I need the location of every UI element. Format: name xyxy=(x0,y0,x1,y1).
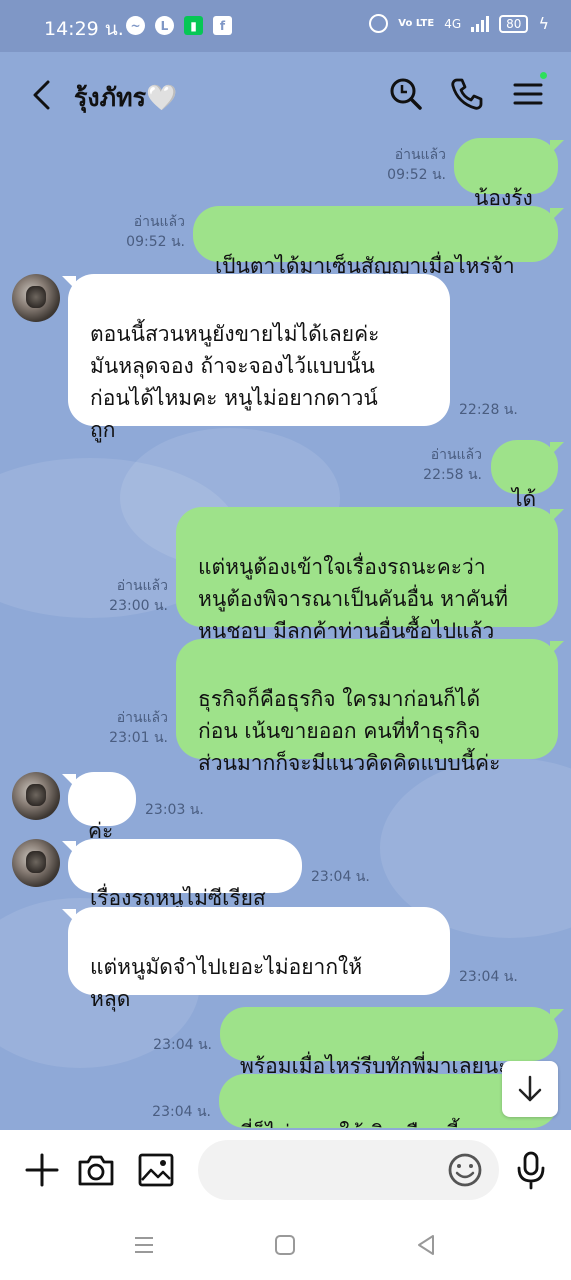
chat-header: รุ้งภัทร🤍 xyxy=(0,52,571,138)
network-type: 4G xyxy=(444,16,462,31)
back-icon[interactable] xyxy=(30,80,52,110)
message-bubble-incoming[interactable]: ตอนนี้สวนหนูยังขายไม่ได้เลยค่ะ มันหลุดจอ… xyxy=(68,274,450,442)
signal-icon xyxy=(471,15,490,32)
message-time: 23:04 น. xyxy=(152,1104,211,1120)
read-receipt: อ่านแล้ว xyxy=(430,447,482,463)
avatar[interactable] xyxy=(12,772,60,820)
volte-icon: Vo LTE xyxy=(398,17,435,29)
message-text: แต่หนูต้องเข้าใจเรื่องรถนะคะว่า หนูต้องพ… xyxy=(198,555,508,643)
facebook-icon: f xyxy=(213,16,232,35)
message-time: 22:28 น. xyxy=(459,402,518,418)
message-bubble-outgoing[interactable]: แต่หนูต้องเข้าใจเรื่องรถนะคะว่า หนูต้องพ… xyxy=(176,507,558,643)
battery-icon: 80 xyxy=(499,14,529,33)
message-text: ตอนนี้สวนหนูยังขายไม่ได้เลยค่ะ มันหลุดจอ… xyxy=(90,322,380,442)
message-time: 23:00 น. xyxy=(109,598,168,614)
read-receipt: อ่านแล้ว xyxy=(394,147,446,163)
message-time: 22:58 น. xyxy=(423,467,482,483)
message-bubble-incoming[interactable]: ค่ะ xyxy=(68,772,136,843)
camera-icon[interactable] xyxy=(76,1150,116,1190)
plus-icon[interactable] xyxy=(22,1150,62,1190)
system-nav-bar xyxy=(0,1210,571,1280)
back-nav-icon[interactable] xyxy=(413,1232,439,1258)
home-icon[interactable] xyxy=(272,1232,298,1258)
message-time: 23:04 น. xyxy=(153,1037,212,1053)
message-time: 23:04 น. xyxy=(311,869,370,885)
menu-icon[interactable] xyxy=(510,76,546,112)
chat-title: รุ้งภัทร🤍 xyxy=(74,83,178,112)
message-time: 23:01 น. xyxy=(109,730,168,746)
image-icon[interactable] xyxy=(136,1150,176,1190)
avatar[interactable] xyxy=(12,839,60,887)
message-text: ธุรกิจก็คือธุรกิจ ใครมาก่อนก็ได้ ก่อน เน… xyxy=(198,687,501,775)
charging-icon: ϟ xyxy=(538,14,549,33)
message-text: แต่หนูมัดจำไปเยอะไม่อยากให้ หลุด xyxy=(90,955,363,1011)
message-time: 09:52 น. xyxy=(387,167,446,183)
message-time: 23:04 น. xyxy=(459,969,518,985)
alarm-icon xyxy=(369,14,389,33)
input-bar xyxy=(0,1130,571,1210)
arrow-down-icon xyxy=(518,1075,542,1102)
search-icon[interactable] xyxy=(388,76,424,112)
emoji-icon[interactable] xyxy=(445,1150,485,1190)
message-bubble-outgoing[interactable]: ธุรกิจก็คือธุรกิจ ใครมาก่อนก็ได้ ก่อน เน… xyxy=(176,639,558,775)
battery-saver-icon: ▮ xyxy=(184,16,203,35)
read-receipt: อ่านแล้ว xyxy=(116,710,168,726)
message-bubble-incoming[interactable]: แต่หนูมัดจำไปเยอะไม่อยากให้ หลุด xyxy=(68,907,450,1011)
scroll-to-bottom-button[interactable] xyxy=(502,1061,558,1117)
phone-icon[interactable] xyxy=(449,76,485,112)
online-indicator xyxy=(540,72,547,79)
read-receipt: อ่านแล้ว xyxy=(133,214,185,230)
avatar[interactable] xyxy=(12,274,60,322)
message-bubble-outgoing[interactable]: น้องรุ้ง xyxy=(454,138,558,210)
message-bubble-outgoing[interactable]: ได้ xyxy=(491,440,558,511)
message-time: 23:03 น. xyxy=(145,802,204,818)
messenger-icon: ~ xyxy=(126,16,145,35)
message-time: 09:52 น. xyxy=(126,234,185,250)
recent-apps-icon[interactable] xyxy=(131,1232,157,1258)
line-icon: L xyxy=(155,16,174,35)
message-bubble-outgoing[interactable]: เป็นตาได้มาเซ็นสัญญาเมื่อไหร่จ้า xyxy=(193,206,558,278)
message-list[interactable]: อ่านแล้ว 09:52 น. น้องรุ้ง อ่านแล้ว 09:5… xyxy=(0,138,571,1130)
microphone-icon[interactable] xyxy=(511,1150,551,1190)
message-bubble-incoming[interactable]: เรื่องรถหนูไม่ซีเรียส xyxy=(68,839,302,910)
message-bubble-outgoing[interactable]: พร้อมเมื่อไหร่รีบทักพี่มาเลยนะ xyxy=(220,1007,558,1078)
read-receipt: อ่านแล้ว xyxy=(116,578,168,594)
status-time: 14:29 น. xyxy=(44,18,124,40)
status-bar: 14:29 น. ~ L ▮ f Vo LTE 4G 80 ϟ xyxy=(0,0,571,52)
